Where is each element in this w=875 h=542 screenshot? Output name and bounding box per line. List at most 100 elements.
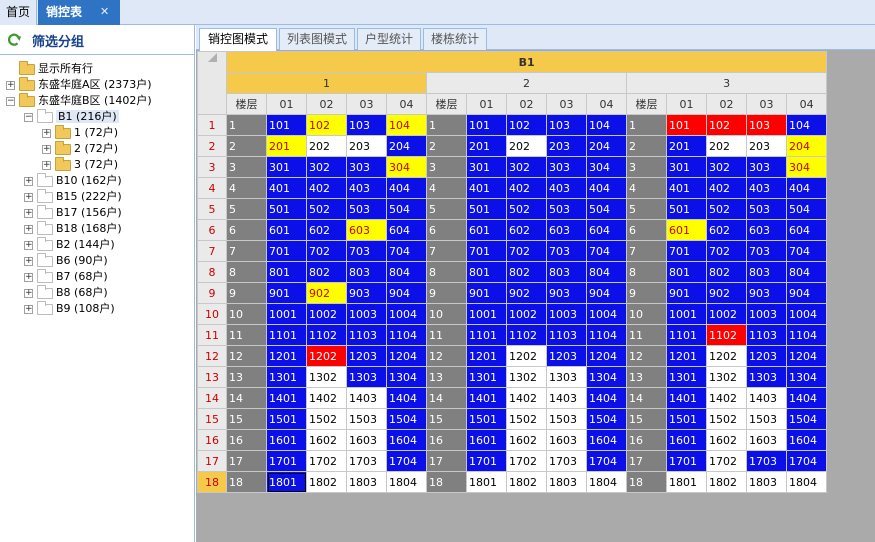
room-cell[interactable]: 102 bbox=[506, 114, 547, 136]
room-cell[interactable]: 104 bbox=[586, 114, 627, 136]
room-cell[interactable]: 302 bbox=[506, 156, 547, 178]
room-cell[interactable]: 803 bbox=[546, 261, 587, 283]
room-cell[interactable]: 1504 bbox=[386, 408, 427, 430]
room-cell[interactable]: 1703 bbox=[546, 450, 587, 472]
room-cell[interactable]: 301 bbox=[266, 156, 307, 178]
room-cell[interactable]: 302 bbox=[306, 156, 347, 178]
room-cell[interactable]: 704 bbox=[785, 240, 828, 262]
room-cell[interactable]: 303 bbox=[346, 156, 387, 178]
room-cell[interactable]: 1604 bbox=[785, 429, 828, 451]
room-cell[interactable]: 901 bbox=[266, 282, 307, 304]
room-cell[interactable]: 1202 bbox=[306, 345, 347, 367]
room-cell[interactable]: 1804 bbox=[785, 471, 828, 493]
room-cell[interactable]: 403 bbox=[546, 177, 587, 199]
room-cell[interactable]: 701 bbox=[666, 240, 707, 262]
expand-icon[interactable]: + bbox=[24, 304, 33, 314]
room-cell[interactable]: 602 bbox=[306, 219, 347, 241]
room-cell[interactable]: 1304 bbox=[586, 366, 627, 388]
room-cell[interactable]: 701 bbox=[466, 240, 507, 262]
expand-icon[interactable]: + bbox=[24, 240, 33, 250]
room-cell[interactable]: 504 bbox=[586, 198, 627, 220]
tab-sales-chart-mode[interactable]: 销控图模式 bbox=[199, 28, 277, 51]
room-cell[interactable]: 503 bbox=[546, 198, 587, 220]
room-cell[interactable]: 502 bbox=[506, 198, 547, 220]
room-cell[interactable]: 803 bbox=[346, 261, 387, 283]
room-cell[interactable]: 603 bbox=[746, 219, 787, 241]
room-cell[interactable]: 1502 bbox=[706, 408, 747, 430]
room-cell[interactable]: 1703 bbox=[746, 450, 787, 472]
room-cell[interactable]: 801 bbox=[266, 261, 307, 283]
room-cell[interactable]: 104 bbox=[386, 114, 427, 136]
room-cell[interactable]: 603 bbox=[346, 219, 387, 241]
room-cell[interactable]: 503 bbox=[346, 198, 387, 220]
room-cell[interactable]: 1304 bbox=[386, 366, 427, 388]
room-cell[interactable]: 1502 bbox=[306, 408, 347, 430]
room-cell[interactable]: 1704 bbox=[785, 450, 828, 472]
room-cell[interactable]: 801 bbox=[466, 261, 507, 283]
room-cell[interactable]: 1501 bbox=[666, 408, 707, 430]
room-cell[interactable]: 1301 bbox=[666, 366, 707, 388]
tree-node[interactable]: + B2 (144户) bbox=[24, 236, 115, 253]
room-cell[interactable]: 1203 bbox=[746, 345, 787, 367]
room-cell[interactable]: 101 bbox=[666, 114, 707, 136]
tree-node[interactable]: + B15 (222户) bbox=[24, 188, 122, 205]
room-cell[interactable]: 1401 bbox=[666, 387, 707, 409]
room-cell[interactable]: 201 bbox=[466, 135, 507, 157]
room-cell[interactable]: 1804 bbox=[586, 471, 627, 493]
room-cell[interactable]: 1101 bbox=[266, 324, 307, 346]
room-cell[interactable]: 201 bbox=[666, 135, 707, 157]
room-cell[interactable]: 902 bbox=[706, 282, 747, 304]
room-cell[interactable]: 1201 bbox=[466, 345, 507, 367]
room-cell[interactable]: 703 bbox=[346, 240, 387, 262]
tree-node[interactable]: + B10 (162户) bbox=[24, 172, 122, 189]
room-cell[interactable]: 104 bbox=[785, 114, 828, 136]
tab-sales-control[interactable]: 销控表 ✕ bbox=[38, 0, 120, 25]
expand-icon[interactable]: + bbox=[42, 128, 51, 138]
room-cell[interactable]: 1802 bbox=[706, 471, 747, 493]
room-cell[interactable]: 904 bbox=[586, 282, 627, 304]
room-cell[interactable]: 102 bbox=[706, 114, 747, 136]
room-cell[interactable]: 701 bbox=[266, 240, 307, 262]
room-cell[interactable]: 802 bbox=[706, 261, 747, 283]
close-icon[interactable]: ✕ bbox=[100, 0, 109, 24]
room-cell[interactable]: 1402 bbox=[306, 387, 347, 409]
tree-node[interactable]: 显示所有行 bbox=[6, 60, 93, 77]
room-cell[interactable]: 1104 bbox=[785, 324, 828, 346]
room-cell[interactable]: 604 bbox=[386, 219, 427, 241]
room-cell[interactable]: 501 bbox=[666, 198, 707, 220]
tab-unit-type-stats[interactable]: 户型统计 bbox=[357, 28, 421, 50]
room-cell[interactable]: 204 bbox=[785, 135, 828, 157]
room-cell[interactable]: 502 bbox=[306, 198, 347, 220]
room-cell[interactable]: 602 bbox=[706, 219, 747, 241]
room-cell[interactable]: 902 bbox=[506, 282, 547, 304]
tree-node[interactable]: − B1 (216户) bbox=[24, 108, 119, 125]
room-cell[interactable]: 704 bbox=[386, 240, 427, 262]
tree-node[interactable]: + B18 (168户) bbox=[24, 220, 122, 237]
room-cell[interactable]: 1002 bbox=[506, 303, 547, 325]
room-cell[interactable]: 1102 bbox=[506, 324, 547, 346]
tree-node[interactable]: − 东盛华庭B区 (1402户) bbox=[6, 92, 152, 109]
tree-node[interactable]: +3 (72户) bbox=[42, 156, 118, 173]
room-cell[interactable]: 301 bbox=[466, 156, 507, 178]
room-cell[interactable]: 304 bbox=[586, 156, 627, 178]
room-cell[interactable]: 302 bbox=[706, 156, 747, 178]
room-cell[interactable]: 601 bbox=[466, 219, 507, 241]
expand-icon[interactable]: + bbox=[24, 288, 33, 298]
room-cell[interactable]: 602 bbox=[506, 219, 547, 241]
room-cell[interactable]: 1203 bbox=[546, 345, 587, 367]
room-cell[interactable]: 401 bbox=[666, 177, 707, 199]
room-cell[interactable]: 1403 bbox=[346, 387, 387, 409]
room-cell[interactable]: 1204 bbox=[785, 345, 828, 367]
expand-icon[interactable]: + bbox=[24, 272, 33, 282]
room-cell[interactable]: 1703 bbox=[346, 450, 387, 472]
room-cell[interactable]: 303 bbox=[746, 156, 787, 178]
room-cell[interactable]: 1503 bbox=[746, 408, 787, 430]
room-cell[interactable]: 903 bbox=[746, 282, 787, 304]
room-cell[interactable]: 1102 bbox=[306, 324, 347, 346]
room-cell[interactable]: 1803 bbox=[346, 471, 387, 493]
tree-node[interactable]: +2 (72户) bbox=[42, 140, 118, 157]
room-cell[interactable]: 1601 bbox=[466, 429, 507, 451]
room-cell[interactable]: 702 bbox=[706, 240, 747, 262]
room-cell[interactable]: 401 bbox=[266, 177, 307, 199]
room-cell[interactable]: 304 bbox=[785, 156, 828, 178]
